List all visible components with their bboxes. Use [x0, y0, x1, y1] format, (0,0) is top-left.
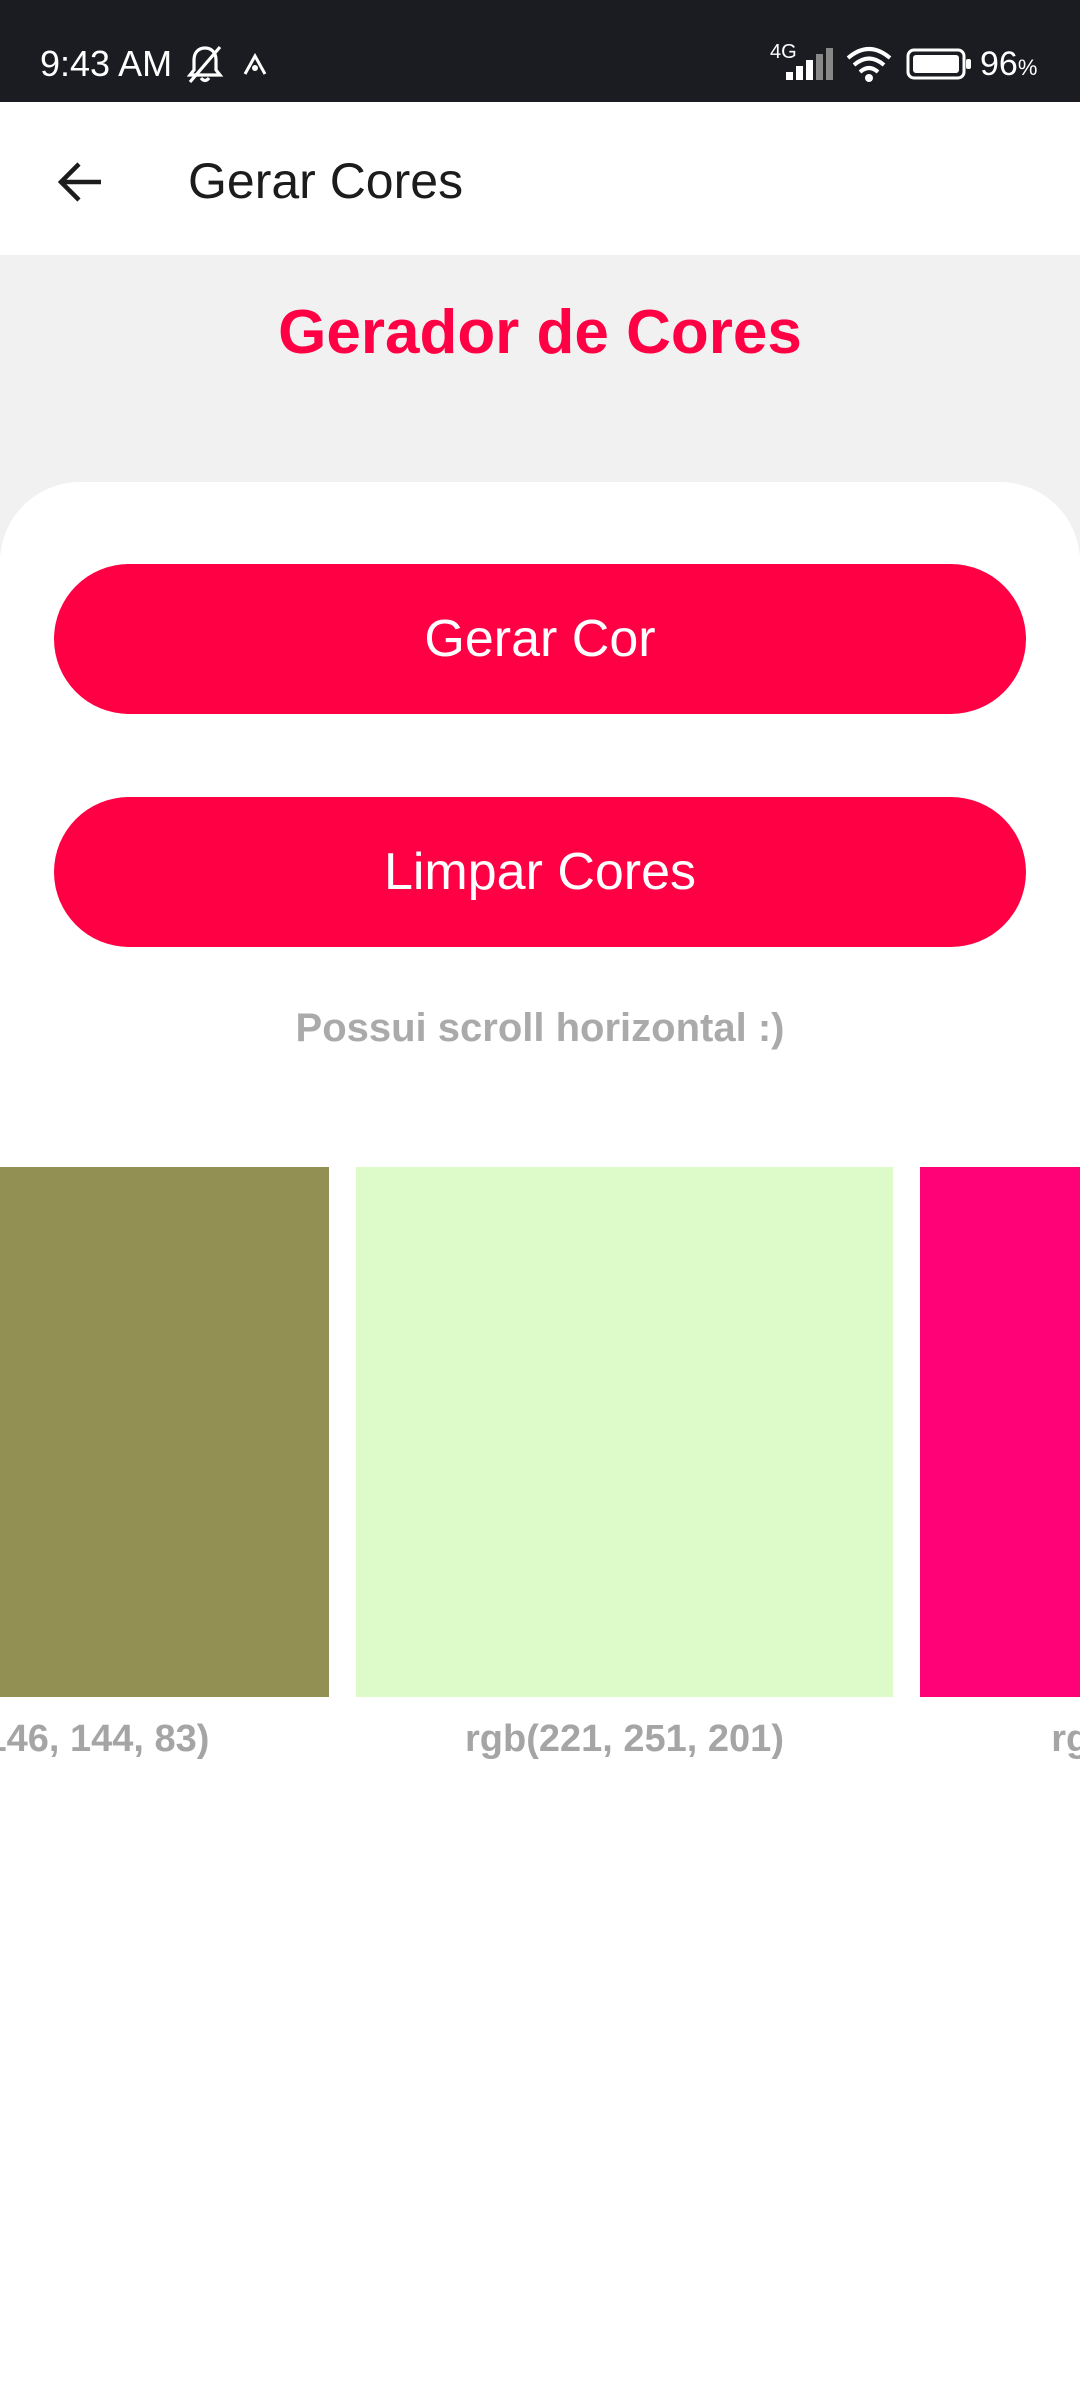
scroll-hint: Possui scroll horizontal :): [295, 1006, 785, 1050]
status-bar: 9:43 AM 4G 96%: [0, 0, 1080, 102]
color-swatch[interactable]: [356, 1167, 893, 1697]
bell-off-icon: [186, 45, 224, 84]
color-swatch[interactable]: [0, 1167, 329, 1697]
back-button[interactable]: [30, 132, 130, 232]
color-swatch-list[interactable]: rgb(146, 144, 83) rgb(221, 251, 201) rgb…: [0, 1167, 1080, 1767]
clear-colors-button[interactable]: Limpar Cores: [54, 797, 1026, 947]
color-swatch-label: rgb(221, 251, 201): [465, 1718, 784, 1760]
color-swatch-label: rgb(255, 2, 119): [1051, 1718, 1080, 1760]
signal-icon: [786, 48, 833, 80]
battery-percentage: 96%: [980, 45, 1038, 83]
arrow-left-icon: [57, 162, 101, 202]
status-time: 9:43 AM: [40, 43, 173, 84]
main-heading: Gerador de Cores: [278, 298, 802, 367]
wifi-icon: [846, 47, 892, 82]
battery-icon: [906, 48, 971, 80]
app-bar: Gerar Cores: [0, 102, 1080, 255]
page-title: Gerar Cores: [188, 153, 464, 209]
color-swatch-label: rgb(146, 144, 83): [0, 1718, 210, 1760]
notification-icon: [243, 52, 267, 75]
color-swatch[interactable]: [920, 1167, 1080, 1697]
generate-color-button[interactable]: Gerar Cor: [54, 564, 1026, 714]
